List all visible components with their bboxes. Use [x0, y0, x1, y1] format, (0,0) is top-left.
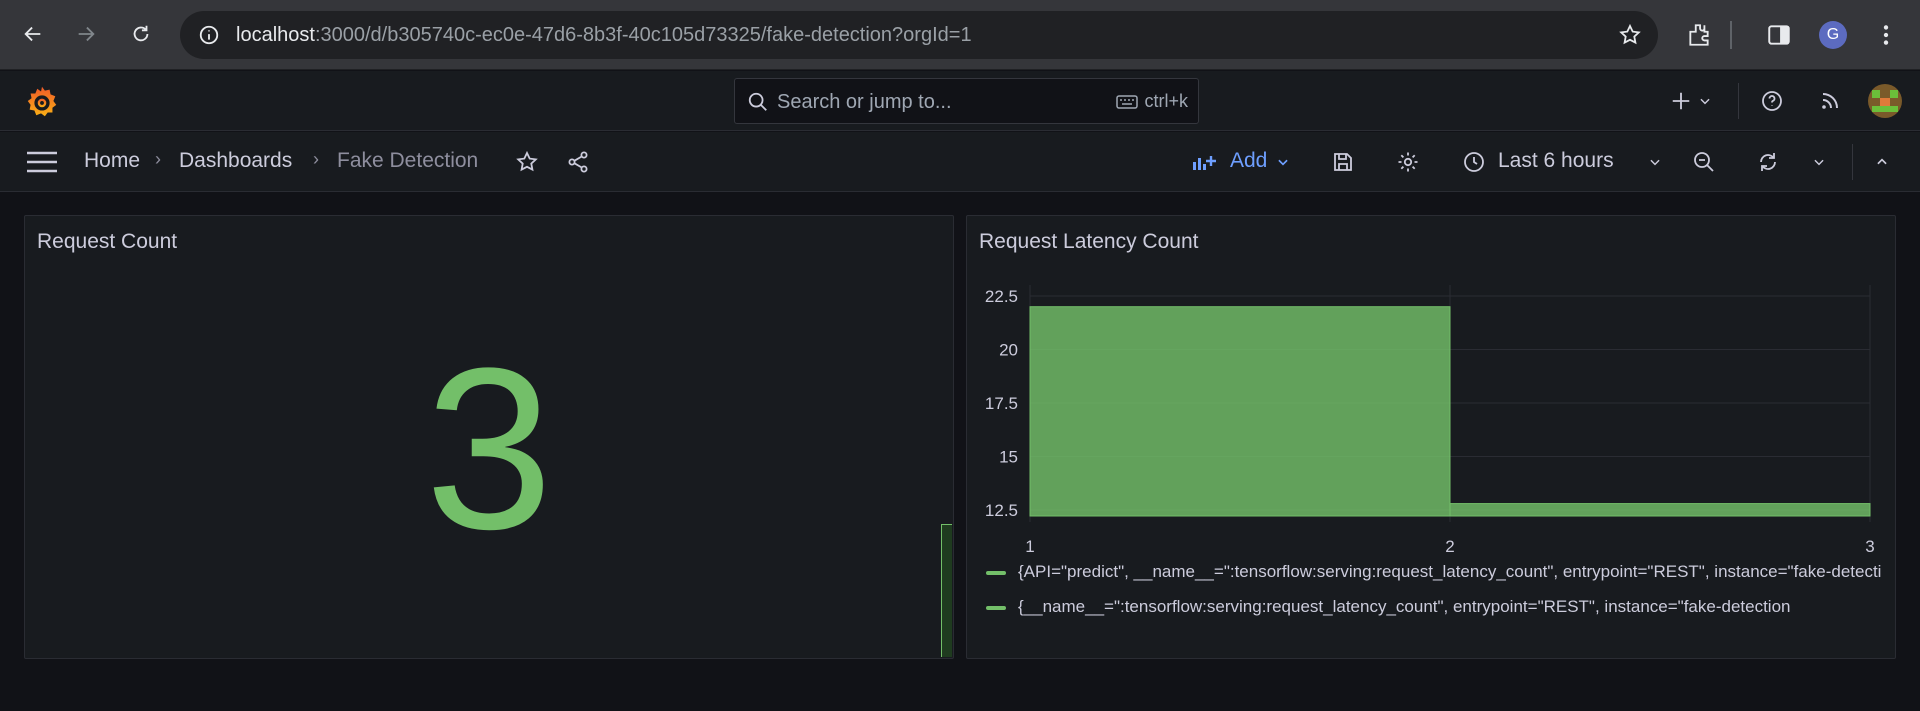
y-tick-label: 15 [999, 448, 1018, 467]
x-tick-label: 2 [1445, 537, 1454, 555]
keyboard-icon [1116, 94, 1139, 109]
request-count-panel[interactable]: Request Count 3 [24, 215, 954, 659]
site-info-icon[interactable] [198, 24, 220, 46]
panel-title: Request Count [37, 230, 178, 253]
share-icon[interactable] [566, 150, 590, 174]
url-text[interactable]: localhost:3000/d/b305740c-ec0e-47d6-8b3f… [236, 24, 972, 47]
breadcrumb-separator: › [155, 149, 161, 169]
refresh-icon[interactable] [1756, 150, 1780, 174]
latency-chart: 22.5 20 17.5 15 12.5 1 2 3 [985, 285, 1875, 555]
chevron-down-icon [1278, 159, 1288, 166]
search-bar[interactable]: Search or jump to... ctrl+k [734, 78, 1199, 124]
favorite-star-icon[interactable] [515, 150, 539, 174]
extensions-icon[interactable] [1686, 22, 1712, 48]
search-shortcut: ctrl+k [1116, 91, 1188, 112]
breadcrumb-dashboards[interactable]: Dashboards [179, 149, 292, 173]
breadcrumb-separator: › [313, 149, 319, 169]
help-icon[interactable] [1760, 89, 1784, 113]
time-range-label: Last 6 hours [1498, 149, 1614, 172]
x-tick-label: 3 [1865, 537, 1874, 555]
y-tick-label: 22.5 [985, 287, 1018, 306]
y-tick-label: 12.5 [985, 501, 1018, 520]
grafana-topbar: Search or jump to... ctrl+k [0, 71, 1920, 131]
breadcrumb-current: Fake Detection [337, 149, 479, 172]
search-icon [748, 92, 767, 111]
back-icon[interactable] [16, 17, 50, 51]
grafana-logo-icon[interactable] [23, 83, 61, 121]
news-rss-icon[interactable] [1818, 89, 1842, 113]
menu-hamburger-icon[interactable] [26, 150, 58, 174]
clock-icon [1464, 152, 1484, 172]
y-tick-label: 17.5 [985, 394, 1018, 413]
legend-swatch [986, 605, 1006, 610]
chevron-up-icon[interactable] [1874, 155, 1890, 169]
legend-swatch [986, 570, 1006, 575]
legend-label: {__name__=":tensorflow:serving:request_l… [1018, 597, 1791, 616]
stat-value: 3 [425, 320, 553, 577]
zoom-out-icon[interactable] [1692, 150, 1716, 174]
legend-item[interactable]: {API="predict", __name__=":tensorflow:se… [986, 562, 1881, 582]
chevron-down-icon [1650, 159, 1660, 166]
forward-icon[interactable] [69, 17, 103, 51]
histogram-bar [1449, 503, 1871, 517]
chevron-down-icon[interactable] [1812, 155, 1826, 169]
settings-gear-icon[interactable] [1396, 150, 1420, 174]
new-plus-icon[interactable] [1670, 90, 1692, 112]
dashboard-nav-bar: Home › Dashboards › Fake Detection Add L… [0, 132, 1920, 192]
reload-icon[interactable] [124, 17, 158, 51]
stat-sparkline [941, 524, 952, 657]
legend-label: {API="predict", __name__=":tensorflow:se… [1018, 562, 1881, 581]
save-icon[interactable] [1331, 150, 1355, 174]
add-panel-icon [1193, 156, 1216, 170]
browser-chrome: localhost:3000/d/b305740c-ec0e-47d6-8b3f… [0, 0, 1920, 70]
histogram-bar [1029, 306, 1451, 517]
divider [1738, 83, 1739, 119]
legend-item[interactable]: {__name__=":tensorflow:serving:request_l… [986, 597, 1881, 617]
side-panel-icon[interactable] [1766, 22, 1792, 48]
browser-menu-icon[interactable] [1876, 22, 1896, 48]
user-avatar[interactable] [1868, 84, 1902, 118]
y-tick-label: 20 [999, 341, 1018, 360]
divider [1730, 21, 1732, 49]
chevron-down-icon[interactable] [1698, 94, 1712, 108]
add-label: Add [1230, 149, 1268, 172]
search-placeholder: Search or jump to... [777, 91, 952, 113]
bookmark-star-icon[interactable] [1618, 23, 1642, 47]
address-bar[interactable]: localhost:3000/d/b305740c-ec0e-47d6-8b3f… [180, 11, 1658, 59]
profile-avatar[interactable]: G [1819, 21, 1847, 49]
time-range-picker[interactable]: Last 6 hours [1460, 132, 1660, 192]
breadcrumb-home[interactable]: Home [84, 149, 140, 173]
divider [1852, 144, 1853, 180]
x-tick-label: 1 [1025, 537, 1034, 555]
